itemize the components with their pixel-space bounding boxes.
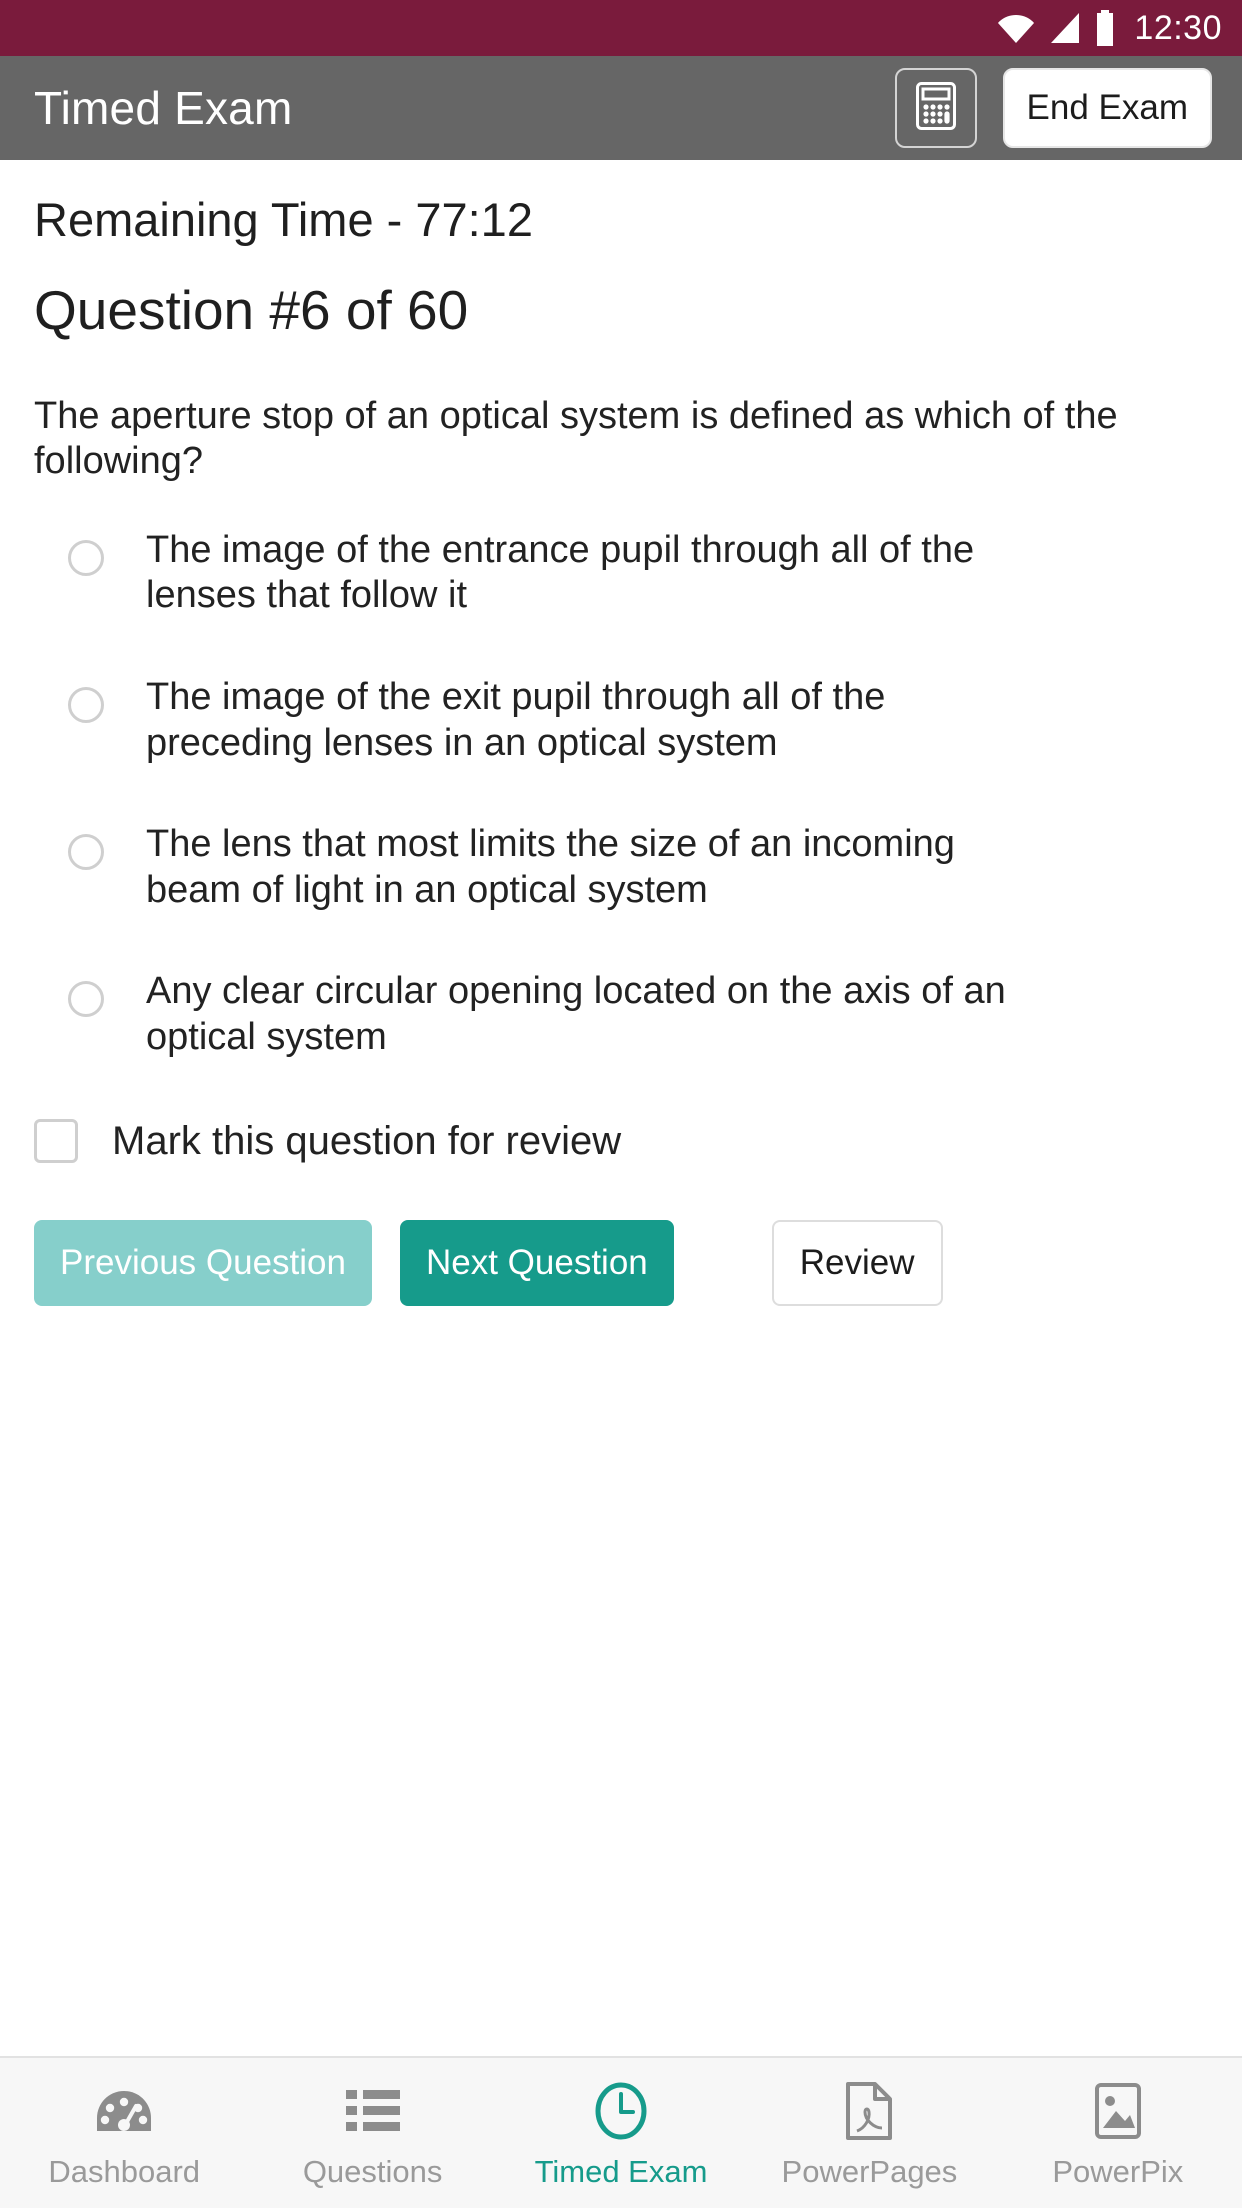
mark-for-review-row[interactable]: Mark this question for review: [34, 1119, 1208, 1164]
answer-options: The image of the entrance pupil through …: [68, 528, 1208, 1061]
next-question-button[interactable]: Next Question: [399, 1219, 674, 1306]
answer-option[interactable]: The lens that most limits the size of an…: [68, 822, 1208, 913]
review-button[interactable]: Review: [771, 1219, 943, 1306]
nav-label: Timed Exam: [534, 2153, 708, 2189]
mark-for-review-label: Mark this question for review: [112, 1118, 622, 1163]
answer-option[interactable]: The image of the exit pupil through all …: [68, 675, 1208, 766]
status-icons: 12:30: [996, 10, 1222, 46]
answer-option[interactable]: Any clear circular opening located on th…: [68, 969, 1208, 1060]
action-buttons: Previous Question Next Question Review: [34, 1219, 1208, 1306]
nav-label: PowerPix: [1052, 2153, 1184, 2189]
app-bar: Timed Exam End Exam: [0, 56, 1242, 160]
previous-question-button[interactable]: Previous Question: [34, 1219, 372, 1306]
radio-button[interactable]: [68, 981, 104, 1018]
bottom-navigation: Dashboard Questions Timed Exam PowerPage…: [0, 2056, 1242, 2208]
status-bar: 12:30: [0, 0, 1242, 56]
nav-label: Questions: [302, 2153, 443, 2189]
pdf-file-icon: [845, 2080, 893, 2142]
radio-button[interactable]: [68, 687, 104, 724]
radio-button[interactable]: [68, 539, 104, 576]
nav-item-questions[interactable]: Questions: [248, 2058, 496, 2208]
answer-option-label: The lens that most limits the size of an…: [146, 823, 955, 911]
battery-icon: [1094, 10, 1116, 46]
nav-label: Dashboard: [48, 2153, 201, 2189]
end-exam-button[interactable]: End Exam: [1002, 68, 1212, 148]
answer-option-label: The image of the exit pupil through all …: [146, 676, 886, 764]
answer-option-label: Any clear circular opening located on th…: [146, 970, 1006, 1058]
question-counter: Question #6 of 60: [34, 278, 469, 341]
wifi-icon: [996, 11, 1036, 45]
gauge-icon: [95, 2080, 153, 2142]
list-icon: [345, 2080, 400, 2142]
calculator-button[interactable]: [894, 68, 977, 148]
remaining-time: Remaining Time - 77:12: [34, 193, 533, 246]
calculator-icon: [915, 81, 956, 135]
nav-item-powerpages[interactable]: PowerPages: [745, 2058, 993, 2208]
mark-for-review-checkbox[interactable]: [34, 1119, 78, 1164]
nav-label: PowerPages: [781, 2153, 958, 2189]
radio-button[interactable]: [68, 834, 104, 871]
answer-option[interactable]: The image of the entrance pupil through …: [68, 528, 1208, 619]
answer-option-label: The image of the entrance pupil through …: [146, 528, 975, 617]
status-clock: 12:30: [1134, 9, 1222, 47]
app-title: Timed Exam: [34, 82, 293, 134]
exam-screen: 12:30 Timed Exam End Exam Remaining Time…: [0, 0, 1242, 2208]
signal-icon: [1048, 11, 1082, 45]
nav-item-timed-exam[interactable]: Timed Exam: [497, 2058, 745, 2208]
question-text: The aperture stop of an optical system i…: [34, 395, 1118, 483]
exam-content: Remaining Time - 77:12 Question #6 of 60…: [0, 160, 1242, 2056]
image-icon: [1094, 2080, 1142, 2142]
nav-item-powerpix[interactable]: PowerPix: [994, 2058, 1242, 2208]
nav-item-dashboard[interactable]: Dashboard: [0, 2058, 248, 2208]
clock-icon: [594, 2080, 648, 2142]
